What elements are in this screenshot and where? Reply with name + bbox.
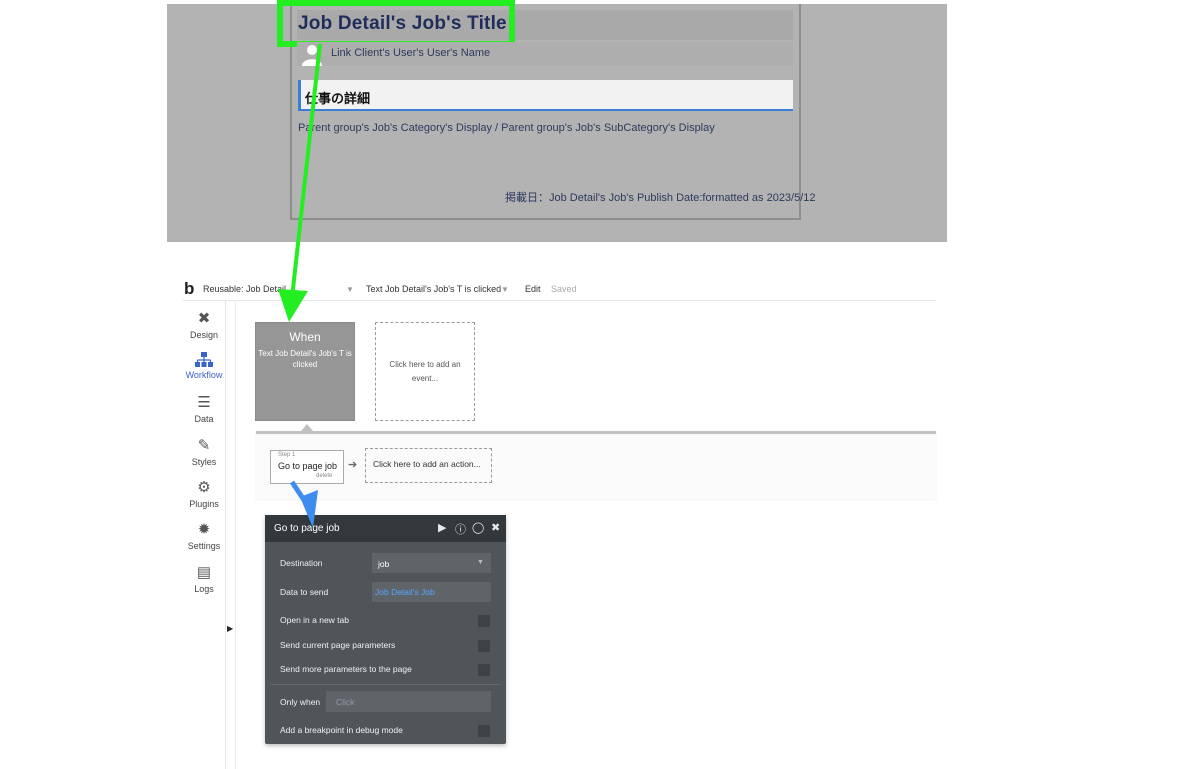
add-event-label: Click here to add an event... <box>389 360 461 383</box>
canvas-left-border <box>235 300 236 769</box>
database-icon: ☰ <box>197 394 211 411</box>
destination-value: job <box>378 559 390 569</box>
sidebar-item-workflow[interactable]: Workflow <box>183 352 225 380</box>
event-selector[interactable]: Text Job Detail's Job's T is clicked <box>366 284 501 294</box>
destination-dropdown[interactable] <box>372 553 491 573</box>
topbar-divider <box>183 300 936 301</box>
destination-label: Destination <box>280 558 323 568</box>
edit-menu[interactable]: Edit <box>525 284 541 294</box>
comment-icon[interactable]: ◯ <box>472 521 484 534</box>
arrow-right-icon: ➔ <box>348 459 358 471</box>
publish-date-text: 掲載日：Job Detail's Job's Publish Date:form… <box>505 192 816 204</box>
gear-icon: ✹ <box>197 521 211 538</box>
sidebar-item-styles[interactable]: ✎ Styles <box>183 437 225 467</box>
actions-strip <box>256 431 936 499</box>
sidebar-item-settings[interactable]: ✹ Settings <box>183 521 225 551</box>
open-new-tab-label: Open in a new tab <box>280 615 349 625</box>
play-icon[interactable]: ▶ <box>438 521 446 534</box>
sidebar-item-label: Design <box>189 330 218 340</box>
add-action-label: Click here to add an action... <box>373 459 481 469</box>
data-to-send-value: Job Detail's Job <box>375 587 435 597</box>
section-title: 仕事の詳細 <box>305 91 371 106</box>
chevron-down-icon[interactable]: ▼ <box>501 285 509 294</box>
panel-title: Go to page job <box>274 523 340 534</box>
collapse-arrow-icon[interactable]: ▶ <box>227 624 233 633</box>
data-to-send-label: Data to send <box>280 587 329 597</box>
step-label: Go to page job <box>278 461 338 471</box>
sidebar-item-design[interactable]: ✖ Design <box>183 310 225 340</box>
send-current-params-label: Send current page parameters <box>280 640 396 650</box>
bubble-logo-icon[interactable]: b <box>184 279 194 299</box>
open-new-tab-checkbox[interactable] <box>478 615 490 627</box>
close-icon[interactable]: ✖ <box>491 521 500 534</box>
plugins-icon: ⚙ <box>197 479 211 496</box>
send-more-params-label: Send more parameters to the page <box>280 664 412 674</box>
sidebar-item-label: Workflow <box>185 370 223 380</box>
step-number: Step 1 <box>278 452 296 458</box>
sidebar-item-logs[interactable]: ▤ Logs <box>183 564 225 594</box>
user-avatar-icon <box>302 45 322 66</box>
only-when-placeholder: Click <box>336 697 355 707</box>
panel-divider <box>270 684 501 685</box>
saved-status: Saved <box>551 284 577 294</box>
sidebar-item-data[interactable]: ☰ Data <box>183 394 225 424</box>
sidebar-item-plugins[interactable]: ⚙ Plugins <box>183 479 225 509</box>
send-more-params-checkbox[interactable] <box>478 664 490 676</box>
send-current-params-checkbox[interactable] <box>478 640 490 652</box>
event-when-label: When <box>289 330 321 344</box>
breakpoint-checkbox[interactable] <box>478 725 490 737</box>
design-tools-icon: ✖ <box>197 310 211 327</box>
sidebar-item-label: Styles <box>191 457 217 467</box>
category-text: Parent group's Job's Category's Display … <box>298 122 715 134</box>
reusable-selector[interactable]: Reusable: Job Detail <box>203 284 286 294</box>
event-description: Text Job Detail's Job's T is clicked <box>258 349 352 369</box>
chevron-down-icon: ▼ <box>477 559 484 566</box>
section-header-bar <box>298 80 793 111</box>
sidebar-item-label: Data <box>194 414 214 424</box>
document-icon: ▤ <box>196 564 212 581</box>
sidebar-item-label: Logs <box>194 584 214 594</box>
step-delete-link[interactable]: delete <box>316 473 332 479</box>
chevron-down-icon[interactable]: ▼ <box>346 285 354 294</box>
client-name-text: Link Client's User's User's Name <box>331 47 491 59</box>
workflow-icon <box>195 352 213 367</box>
event-pointer <box>301 424 313 431</box>
sidebar-divider <box>225 300 226 769</box>
breakpoint-label: Add a breakpoint in debug mode <box>280 725 403 735</box>
sidebar-item-label: Settings <box>187 541 221 551</box>
sidebar-item-label: Plugins <box>189 499 219 509</box>
only-when-label: Only when <box>280 697 321 707</box>
info-icon[interactable]: ⓘ <box>455 521 466 537</box>
brush-icon: ✎ <box>197 437 211 454</box>
title-highlight-box <box>277 0 515 47</box>
